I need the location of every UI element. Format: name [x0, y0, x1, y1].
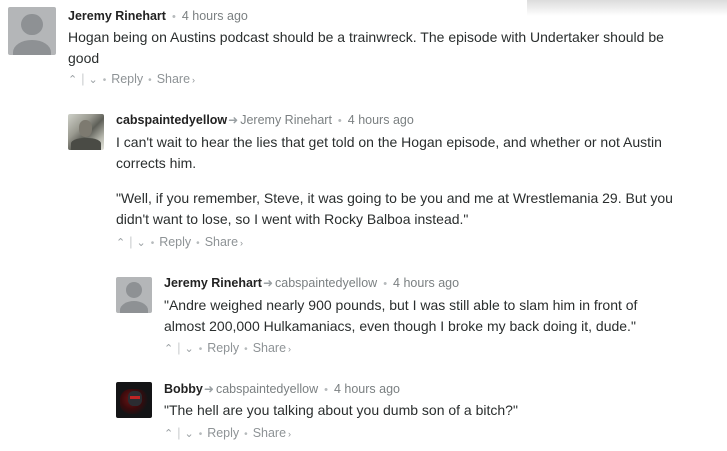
share-link[interactable]: Share [253, 426, 286, 440]
vote-divider: | [81, 72, 85, 86]
comment-text-line: almost 200,000 Hulkamaniacs, even though… [164, 318, 636, 334]
comment-text-line: "Well, if you remember, Steve, it was go… [116, 190, 673, 206]
avatar[interactable] [116, 382, 152, 418]
vote-divider: | [129, 235, 133, 249]
chevron-right-icon: › [288, 344, 292, 354]
chevron-right-icon: › [192, 75, 196, 85]
author-name[interactable]: Bobby [164, 382, 203, 396]
comment-actions: ⌃ | ⌄ • Reply • Share › [164, 341, 292, 357]
bullet-separator: • [171, 11, 176, 23]
downvote-icon[interactable]: ⌄ [184, 341, 193, 357]
comment-text-line: I can't wait to hear the lies that get t… [116, 134, 662, 150]
comment-text-line: corrects him. [116, 155, 197, 171]
avatar[interactable] [68, 114, 104, 150]
downvote-icon[interactable]: ⌄ [136, 235, 145, 251]
share-link[interactable]: Share [253, 341, 286, 355]
chevron-right-icon: › [240, 238, 244, 248]
avatar[interactable] [8, 7, 56, 55]
comment-header: cabspaintedyellow➜ Jeremy Rinehart • 4 hour… [116, 111, 414, 130]
reply-link[interactable]: Reply [207, 341, 239, 355]
comment-header: Bobby➜ cabspaintedyellow • 4 hours ago [164, 380, 400, 399]
comment-text-line: "The hell are you talking about you dumb… [164, 402, 518, 418]
reply-to-name[interactable]: cabspaintedyellow [216, 382, 318, 396]
timestamp[interactable]: 4 hours ago [182, 9, 248, 23]
upvote-icon[interactable]: ⌃ [116, 235, 125, 251]
reply-arrow-icon: ➜ [203, 382, 214, 396]
downvote-icon[interactable]: ⌄ [184, 426, 193, 442]
author-name[interactable]: cabspaintedyellow [116, 113, 227, 127]
reply-link[interactable]: Reply [207, 426, 239, 440]
reply-to-name[interactable]: Jeremy Rinehart [240, 113, 332, 127]
timestamp[interactable]: 4 hours ago [393, 276, 459, 290]
author-name[interactable]: Jeremy Rinehart [68, 9, 166, 23]
comment-actions: ⌃ | ⌄ • Reply • Share › [68, 72, 196, 88]
comment-text-line: didn't want to lose, so I went with Rock… [116, 211, 469, 227]
bullet-separator: • [337, 115, 342, 127]
timestamp[interactable]: 4 hours ago [348, 113, 414, 127]
comment-text-line: Hogan being on Austins podcast should be… [68, 29, 664, 45]
top-right-shadow [527, 0, 727, 16]
avatar[interactable] [116, 277, 152, 313]
reply-link[interactable]: Reply [159, 235, 191, 249]
timestamp[interactable]: 4 hours ago [334, 382, 400, 396]
downvote-icon[interactable]: ⌄ [88, 72, 97, 88]
upvote-icon[interactable]: ⌃ [164, 426, 173, 442]
share-link[interactable]: Share [157, 72, 190, 86]
comment-text-line: good [68, 50, 100, 66]
reply-arrow-icon: ➜ [228, 113, 239, 127]
reply-link[interactable]: Reply [111, 72, 143, 86]
comment-actions: ⌃ | ⌄ • Reply • Share › [164, 426, 292, 442]
comment-text-line: "Andre weighed nearly 900 pounds, but I … [164, 297, 638, 313]
comment-header: Jeremy Rinehart➜ cabspaintedyellow • 4 hour… [164, 274, 459, 293]
bullet-separator: • [383, 278, 388, 290]
upvote-icon[interactable]: ⌃ [164, 341, 173, 357]
vote-divider: | [177, 341, 181, 355]
comment-actions: ⌃ | ⌄ • Reply • Share › [116, 235, 244, 251]
bullet-separator: • [324, 384, 328, 396]
comment-header: Jeremy Rinehart • 4 hours ago [68, 7, 248, 26]
share-link[interactable]: Share [205, 235, 238, 249]
reply-arrow-icon: ➜ [262, 276, 274, 290]
vote-divider: | [177, 426, 181, 440]
chevron-right-icon: › [288, 429, 292, 439]
upvote-icon[interactable]: ⌃ [68, 72, 77, 88]
reply-to-name[interactable]: cabspaintedyellow [275, 276, 377, 290]
author-name[interactable]: Jeremy Rinehart [164, 276, 262, 290]
